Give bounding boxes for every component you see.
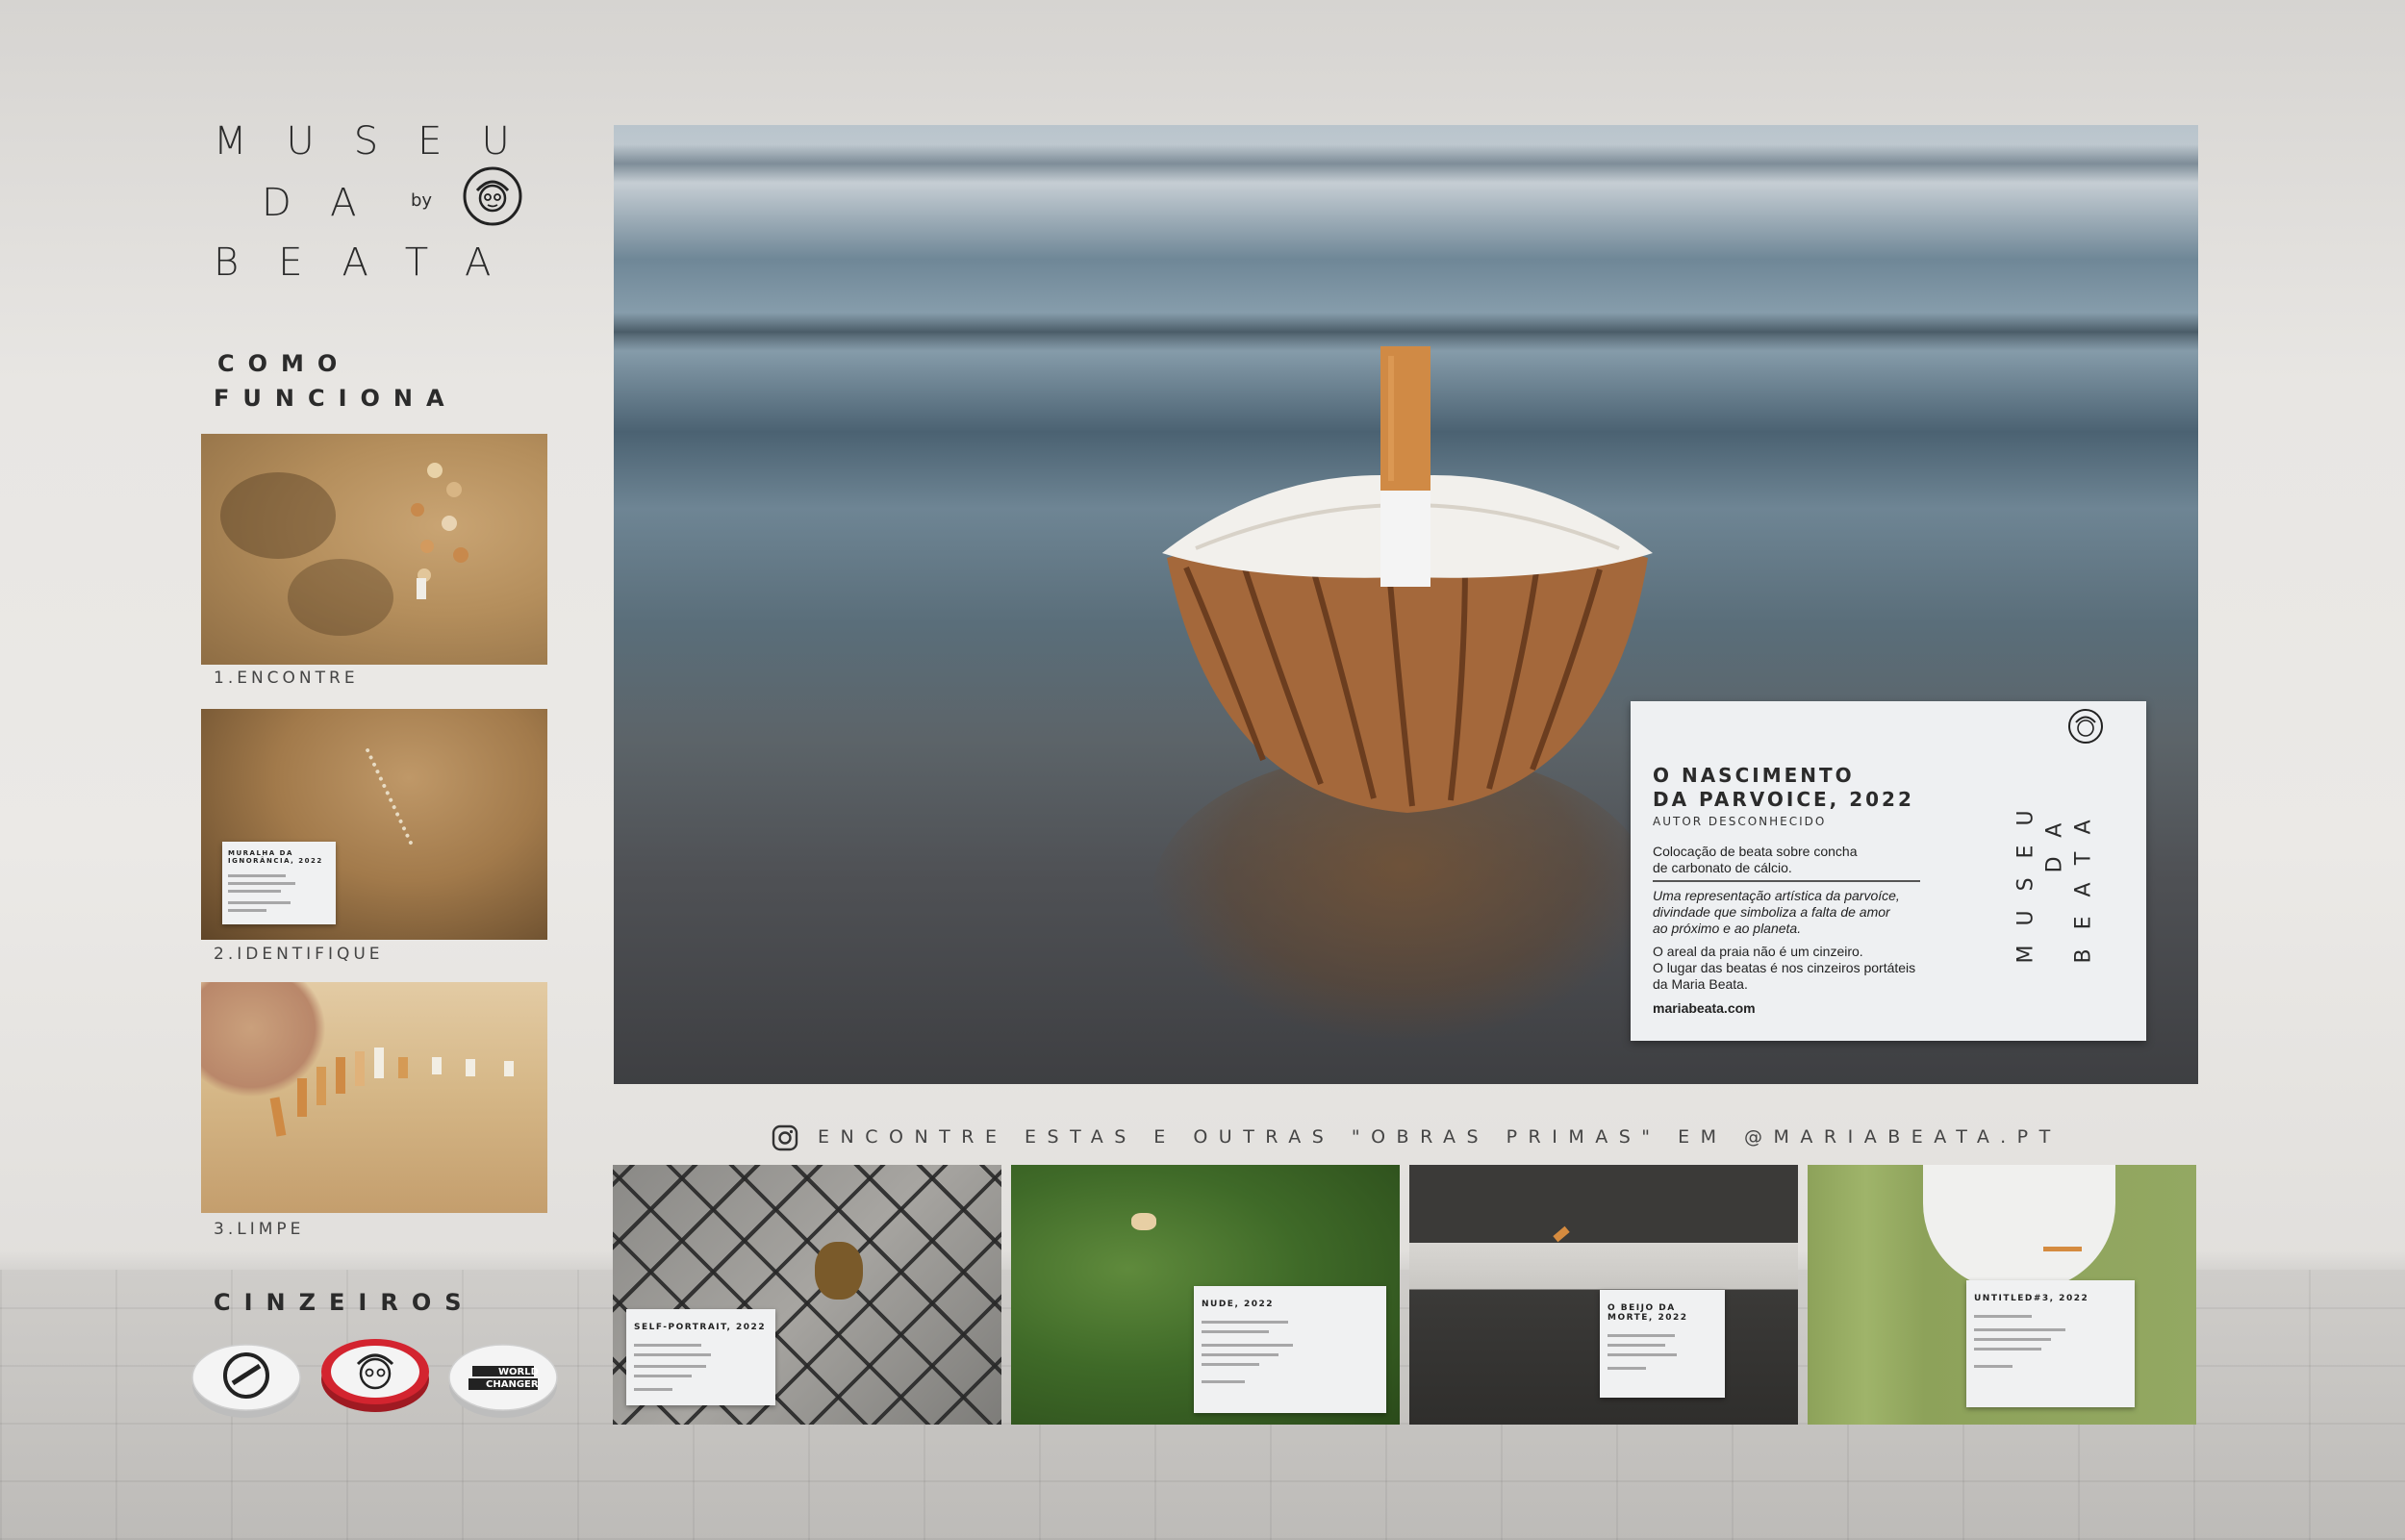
instagram-icon[interactable] <box>772 1124 798 1151</box>
step2-label: 2.IDENTIFIQUE <box>214 945 384 964</box>
gallery-photo-road: O BEIJO DA MORTE, 2022 <box>1409 1165 1798 1425</box>
logo-line-beata: BEATA <box>214 240 531 285</box>
artwork-info-card: O NASCIMENTO DA PARVOICE, 2022 AUTOR DES… <box>1631 701 2146 1041</box>
logo-by: by <box>411 190 433 211</box>
card-badge-icon <box>2068 709 2103 744</box>
card-logo-beata: BEATA <box>2071 800 2096 964</box>
tin-world-label: WORLD <box>498 1367 539 1377</box>
step1-label: 1.ENCONTRE <box>214 669 359 688</box>
artwork-desc-line2: divindade que simboliza a falta de amor <box>1653 904 1890 920</box>
artwork-msg-line1: O areal da praia não é um cinzeiro. <box>1653 944 1863 959</box>
artwork-msg-line3: da Maria Beata. <box>1653 976 1748 992</box>
instagram-cta[interactable]: ENCONTRE ESTAS E OUTRAS "OBRAS PRIMAS" E… <box>818 1126 2062 1148</box>
gallery-card-2: NUDE, 2022 <box>1194 1286 1386 1413</box>
logo-line-da: DA <box>262 181 396 225</box>
cinzeiros-title: CINZEIROS <box>214 1289 475 1316</box>
artwork-medium-line2: de carbonato de cálcio. <box>1653 860 1792 875</box>
shell-with-cigarette <box>1162 346 1653 813</box>
step2-mini-card: MURALHA DA IGNORÂNCIA, 2022 <box>222 842 336 924</box>
maria-beata-badge-icon <box>463 166 522 226</box>
step3-photo <box>201 982 547 1213</box>
tin-changer-label: CHANGER <box>486 1379 539 1390</box>
card-logo-museu: MUSEU <box>2013 791 2038 964</box>
logo-line-museu: MUSEU <box>214 119 549 164</box>
step2-photo: MURALHA DA IGNORÂNCIA, 2022 <box>201 709 547 940</box>
gallery-photo-cobblestone: SELF-PORTRAIT, 2022 <box>613 1165 1001 1425</box>
gallery-card-4: UNTITLED#3, 2022 <box>1966 1280 2135 1407</box>
card-logo-da: DA <box>2042 803 2067 873</box>
card-divider <box>1653 880 1920 882</box>
gallery-card-1: SELF-PORTRAIT, 2022 <box>626 1309 775 1405</box>
step1-photo <box>201 434 547 665</box>
gallery-photo-urinal: UNTITLED#3, 2022 <box>1808 1165 2196 1425</box>
card-vertical-logo: MUSEU DA BEATA <box>2014 701 2120 1041</box>
artwork-medium-line1: Colocação de beata sobre concha <box>1653 844 1858 859</box>
step3-label: 3.LIMPE <box>214 1220 305 1239</box>
artwork-title-line2: DA PARVOICE, 2022 <box>1653 788 1914 811</box>
ashtray-tin-red <box>321 1339 429 1412</box>
como-title: COMO <box>217 350 351 377</box>
gallery-photo-grass: NUDE, 2022 <box>1011 1165 1400 1425</box>
artwork-title-line1: O NASCIMENTO <box>1653 764 1855 787</box>
artwork-msg-line2: O lugar das beatas é nos cinzeiros portá… <box>1653 960 1916 975</box>
gallery-card-3: O BEIJO DA MORTE, 2022 <box>1600 1290 1725 1398</box>
artwork-desc-line3: ao próximo e ao planeta. <box>1653 921 1802 936</box>
funciona-title: FUNCIONA <box>214 385 458 412</box>
ashtray-tin-white <box>191 1344 301 1418</box>
main-photo: O NASCIMENTO DA PARVOICE, 2022 AUTOR DES… <box>614 125 2198 1084</box>
artwork-desc-line1: Uma representação artística da parvoíce, <box>1653 888 1900 903</box>
artwork-url: mariabeata.com <box>1653 1000 1756 1016</box>
artwork-author: AUTOR DESCONHECIDO <box>1653 815 1827 828</box>
